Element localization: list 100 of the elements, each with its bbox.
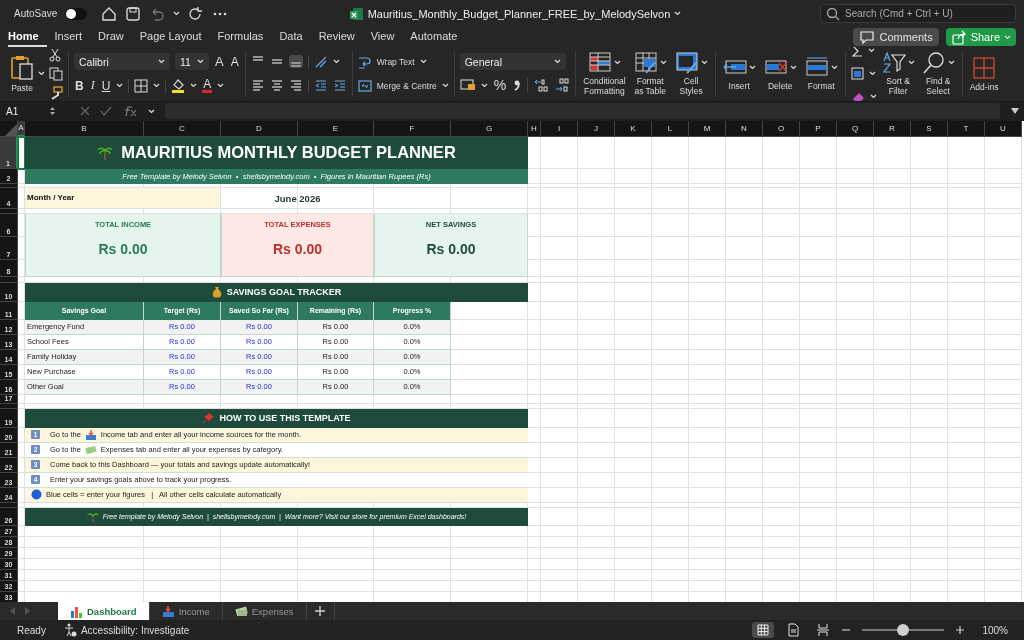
view-button[interactable] [752, 622, 775, 638]
zoom-in-icon[interactable] [956, 626, 965, 634]
summary-value: Rs 0.00 [426, 240, 476, 257]
chevron-icon [613, 60, 621, 66]
paste-button[interactable]: Paste [10, 54, 34, 94]
chevron-icon[interactable] [674, 11, 682, 17]
month-value: June 2026 [273, 191, 322, 206]
ribbon-tab[interactable]: Page Layout [131, 27, 210, 47]
chevron-icon [419, 59, 427, 65]
ribbon-tab[interactable]: View [362, 27, 403, 47]
font-color-button[interactable]: A [202, 78, 213, 93]
share-button[interactable]: Share [945, 28, 1016, 47]
slider-thumb[interactable] [897, 624, 910, 636]
align-bottom-icon[interactable] [288, 55, 303, 69]
save-icon[interactable] [125, 5, 142, 22]
chevron-icon [553, 59, 561, 65]
chevron-icon[interactable] [173, 11, 181, 17]
enter-icon[interactable] [100, 106, 112, 117]
add-ins-button[interactable]: Add-ins [967, 55, 1001, 92]
chevron-icon[interactable] [148, 108, 155, 114]
align-left-icon[interactable] [250, 79, 265, 93]
borders-icon[interactable] [134, 78, 149, 93]
ribbon-tab[interactable]: Home [8, 27, 47, 47]
search-field[interactable]: Search (Cmd + Ctrl + U) [820, 4, 1016, 24]
ribbon-tab[interactable]: Review [310, 27, 363, 47]
accessibility-status[interactable]: Accessibility: Investigate [63, 623, 190, 637]
align-right-icon[interactable] [288, 79, 303, 93]
formula-field[interactable] [165, 103, 1000, 120]
ribbon-button[interactable]: Delete [761, 56, 799, 92]
orientation-icon[interactable] [313, 54, 328, 69]
increase-indent-icon[interactable] [332, 79, 347, 93]
bold-button[interactable]: B [74, 78, 85, 93]
autosave-toggle[interactable] [65, 7, 88, 20]
ribbon-tab[interactable]: Insert [46, 27, 91, 47]
comma-style-icon[interactable] [512, 78, 523, 93]
underline-button[interactable]: U [100, 78, 112, 93]
search-icon [826, 7, 840, 22]
name-box[interactable]: A1 [6, 103, 56, 120]
accessibility-icon [63, 623, 77, 637]
chevron-icon[interactable] [332, 59, 340, 65]
grow-font-button[interactable]: A [214, 54, 225, 70]
redo-icon[interactable] [188, 5, 205, 22]
fill-color-icon[interactable] [171, 78, 186, 94]
chevron-icon [907, 60, 915, 66]
ribbon-tab[interactable]: Formulas [209, 27, 272, 47]
scissors-icon[interactable] [49, 47, 61, 62]
percent-button[interactable]: % [492, 77, 508, 94]
ribbon-button[interactable]: Find & Select [919, 51, 957, 97]
chevron-icon[interactable] [38, 71, 45, 77]
merge-button[interactable]: Merge & Centre [357, 76, 449, 95]
ribbon-button[interactable]: Sort & Filter [879, 51, 917, 97]
ribbon-button[interactable]: Conditional Formatting [581, 51, 628, 97]
clipboard-icon [10, 54, 34, 81]
increase-decimal-icon[interactable] [533, 78, 550, 93]
chevron-icon[interactable] [190, 83, 198, 89]
chevron-icon[interactable] [217, 83, 225, 89]
expand-icon[interactable] [1010, 107, 1020, 116]
ribbon-tab[interactable]: Automate [402, 27, 466, 47]
copy-icon[interactable] [49, 66, 63, 81]
plus-icon [315, 606, 325, 617]
align-center-icon[interactable] [269, 79, 284, 93]
palm-tree-icon [97, 144, 114, 161]
ribbon-tab[interactable]: Draw [90, 27, 132, 47]
autosum-icon[interactable] [850, 46, 863, 58]
number-format-dropdown[interactable]: General [459, 53, 566, 71]
shrink-font-button[interactable]: A [229, 54, 240, 69]
cancel-icon[interactable] [80, 106, 90, 117]
zoom-level[interactable]: 100% [982, 624, 1008, 636]
wrap-text-icon [357, 54, 372, 69]
function-icon[interactable] [122, 105, 138, 118]
accounting-icon[interactable] [459, 79, 476, 92]
wrap-text-button[interactable]: Wrap Text [357, 52, 449, 71]
ribbon-button[interactable]: Cell Styles [672, 51, 710, 97]
page-break-icon [816, 623, 831, 637]
ribbon-button[interactable]: Insert [720, 56, 758, 92]
ribbon-tab[interactable]: Data [271, 27, 311, 47]
font-dropdown[interactable]: Calibri [74, 53, 170, 71]
font-size-dropdown[interactable]: 11 [175, 53, 209, 71]
ribbon-button[interactable]: Format as Table [631, 51, 669, 97]
autosave-label: AutoSave [14, 8, 58, 20]
chevron-icon[interactable] [153, 83, 161, 89]
cell-styles-icon [674, 51, 699, 75]
format-painter-icon[interactable] [49, 85, 63, 100]
chevron-icon[interactable] [480, 82, 488, 88]
decrease-decimal-icon[interactable] [554, 78, 571, 93]
home-icon[interactable] [101, 5, 118, 22]
italic-button[interactable]: I [89, 78, 96, 94]
select-all-icon[interactable] [5, 123, 17, 136]
zoom-out-icon[interactable] [842, 626, 851, 634]
chevron-icon[interactable] [116, 83, 124, 89]
fill-down-icon[interactable] [850, 67, 864, 81]
chevron-icon[interactable] [868, 71, 876, 77]
chevron-icon[interactable] [867, 48, 875, 54]
ribbon-button[interactable]: Format [802, 56, 840, 92]
decrease-indent-icon[interactable] [313, 79, 328, 93]
sheet-tab[interactable]: Dashboard [58, 602, 150, 621]
chevron-icon [1004, 34, 1011, 40]
comments-button[interactable]: Comments [853, 28, 939, 47]
inbox-tray-icon [84, 428, 97, 441]
chevron-icon[interactable] [869, 94, 877, 100]
